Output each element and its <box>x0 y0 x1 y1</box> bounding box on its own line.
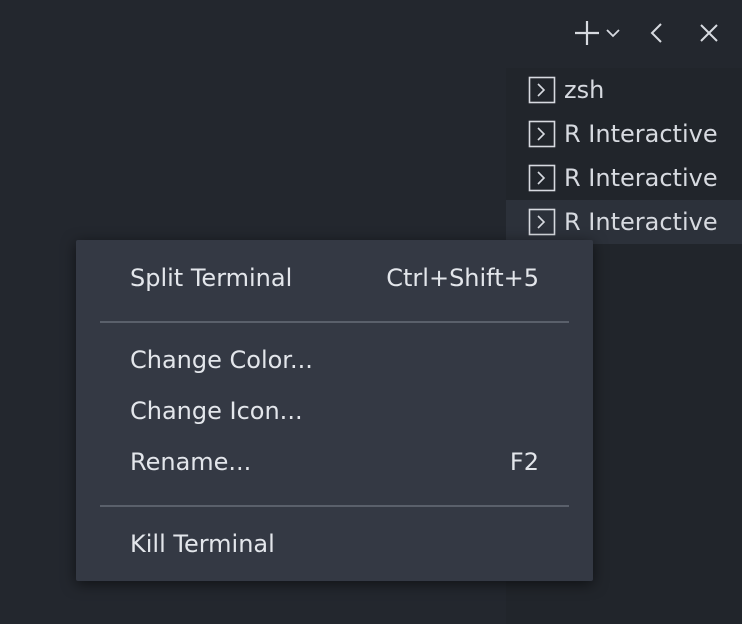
menu-item-label: Rename... <box>130 448 252 476</box>
menu-item-rename[interactable]: Rename... F2 <box>76 439 593 485</box>
terminal-tab[interactable]: zsh <box>506 68 742 112</box>
menu-item-shortcut: F2 <box>509 448 539 476</box>
terminal-tab-label: R Interactive <box>564 164 718 192</box>
chevron-down-icon <box>606 29 620 38</box>
close-panel-button[interactable] <box>694 14 724 52</box>
terminal-icon <box>528 120 556 148</box>
terminal-tab-active[interactable]: R Interactive <box>506 200 742 244</box>
back-button[interactable] <box>642 14 672 52</box>
terminal-icon <box>528 76 556 104</box>
menu-item-change-color[interactable]: Change Color... <box>76 337 593 383</box>
menu-separator <box>100 321 569 323</box>
menu-item-change-icon[interactable]: Change Icon... <box>76 388 593 434</box>
plus-icon <box>575 21 599 45</box>
terminal-icon <box>528 208 556 236</box>
terminal-tab[interactable]: R Interactive <box>506 156 742 200</box>
menu-item-label: Split Terminal <box>130 264 293 292</box>
new-terminal-button[interactable] <box>572 14 602 52</box>
menu-item-label: Kill Terminal <box>130 530 275 558</box>
menu-item-shortcut: Ctrl+Shift+5 <box>386 264 539 292</box>
menu-item-label: Change Icon... <box>130 397 303 425</box>
terminal-tab-label: zsh <box>564 76 605 104</box>
menu-item-kill-terminal[interactable]: Kill Terminal <box>76 521 593 567</box>
terminal-tab[interactable]: R Interactive <box>506 112 742 156</box>
menu-separator <box>100 505 569 507</box>
terminal-tab-label: R Interactive <box>564 208 718 236</box>
terminal-toolbar <box>572 14 724 52</box>
launch-profile-dropdown[interactable] <box>602 14 624 52</box>
close-icon <box>700 24 718 42</box>
terminal-icon <box>528 164 556 192</box>
menu-item-label: Change Color... <box>130 346 313 374</box>
terminal-context-menu: Split Terminal Ctrl+Shift+5 Change Color… <box>76 240 593 581</box>
terminal-tab-label: R Interactive <box>564 120 718 148</box>
menu-item-split-terminal[interactable]: Split Terminal Ctrl+Shift+5 <box>76 255 593 301</box>
chevron-left-icon <box>650 23 662 43</box>
